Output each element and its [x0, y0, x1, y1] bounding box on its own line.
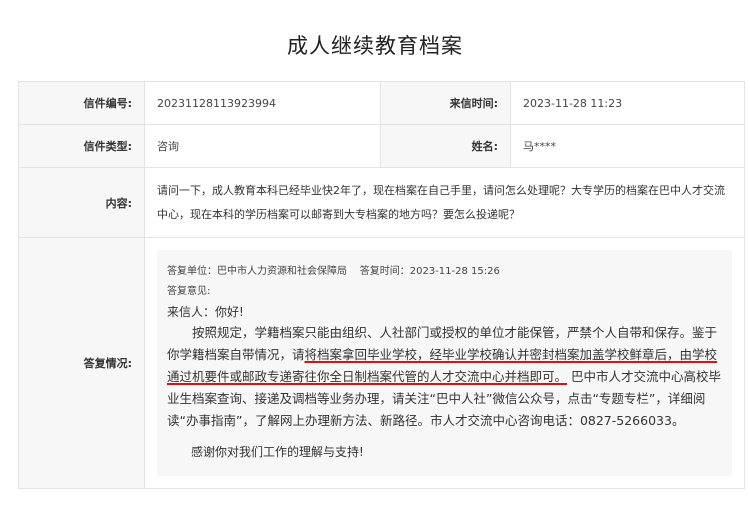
- name-value: 马****: [510, 124, 745, 168]
- page-title: 成人继续教育档案: [287, 34, 463, 58]
- content-value: 请问一下，成人教育本科已经毕业快2年了，现在档案在自己手里，请问怎么处理呢？大专…: [144, 167, 745, 238]
- reply-unit-line: 答复单位：巴中市人力资源和社会保障局 答复时间：2023-11-28 15:26: [167, 266, 500, 277]
- reply-salutation: 来信人：你好!: [167, 305, 244, 319]
- name-label: 姓名:: [380, 124, 511, 168]
- reply-label: 答复情况:: [18, 237, 145, 489]
- received-time-value: 2023-11-28 11:23: [510, 81, 745, 125]
- table-row: 答复情况: 答复单位：巴中市人力资源和社会保障局 答复时间：2023-11-28…: [18, 237, 745, 489]
- content-label: 内容:: [18, 167, 145, 238]
- table-row: 信件类型: 咨询 姓名: 马****: [18, 124, 745, 168]
- letter-no-value: 20231128113923994: [144, 81, 381, 125]
- table-row: 信件编号: 20231128113923994 来信时间: 2023-11-28…: [18, 81, 745, 125]
- letter-type-value: 咨询: [144, 124, 381, 168]
- letter-no-label: 信件编号:: [18, 81, 145, 125]
- reply-opinion-label: 答复意见:: [167, 286, 211, 297]
- received-time-label: 来信时间:: [380, 81, 511, 125]
- reply-box: 答复单位：巴中市人力资源和社会保障局 答复时间：2023-11-28 15:26…: [157, 250, 732, 476]
- letter-info-table: 信件编号: 20231128113923994 来信时间: 2023-11-28…: [18, 81, 745, 489]
- letter-type-label: 信件类型:: [18, 124, 145, 168]
- table-row: 内容: 请问一下，成人教育本科已经毕业快2年了，现在档案在自己手里，请问怎么处理…: [18, 167, 745, 238]
- reply-thanks: 感谢你对我们工作的理解与支持!: [191, 445, 364, 459]
- reply-body: 按照规定，学籍档案只能由组织、人社部门或授权的单位才能保管，严禁个人自带和保存。…: [167, 322, 722, 432]
- reply-cell: 答复单位：巴中市人力资源和社会保障局 答复时间：2023-11-28 15:26…: [144, 237, 745, 489]
